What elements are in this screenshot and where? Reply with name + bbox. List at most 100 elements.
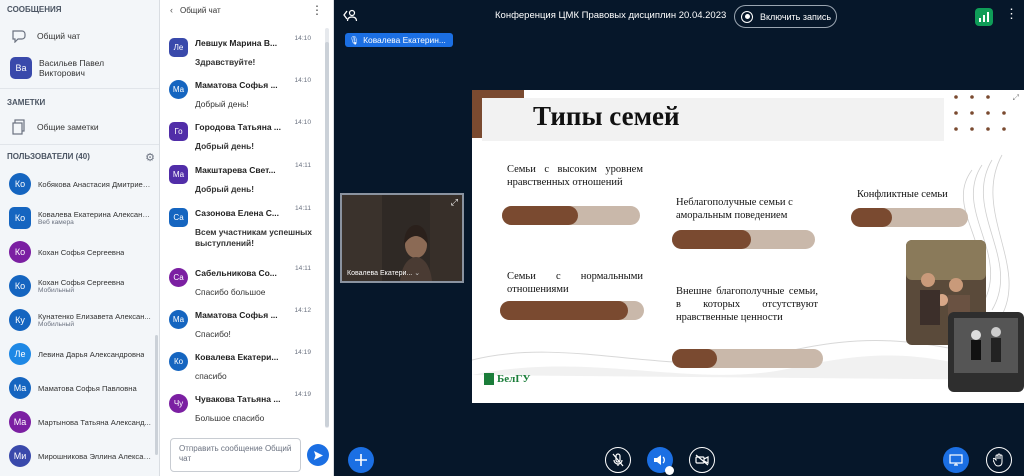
avatar: Ма: [9, 377, 31, 399]
avatar: Ко: [169, 352, 188, 371]
meeting-title: Конференция ЦМК Правовых дисциплин 20.04…: [495, 10, 727, 21]
webcam-video[interactable]: ⤢ Ковалева Екатери... ⌄: [340, 193, 464, 283]
more-vertical-icon[interactable]: ⋮: [311, 3, 323, 17]
user-list-item[interactable]: Ма Маматова Софья Павловна: [0, 371, 159, 405]
avatar: Ко: [9, 275, 31, 297]
user-list-item[interactable]: Ле Левина Дарья Александровна: [0, 337, 159, 371]
public-chat-item[interactable]: Общий чат: [0, 20, 159, 51]
divider: [0, 144, 159, 145]
avatar: Са: [169, 268, 188, 287]
slide-item-text: Семьи с высоким уровнем нравственных отн…: [507, 164, 643, 189]
presenter-name: Ковалева Екатерин...: [363, 35, 446, 45]
message-time: 14:11: [294, 162, 311, 169]
user-device: Веб камера: [38, 219, 74, 226]
message-author: Макштарева Свет...: [195, 165, 276, 175]
fullscreen-icon[interactable]: ⤢: [451, 197, 458, 208]
message-author: Левшук Марина В...: [195, 38, 278, 48]
message-author: Ковалева Екатери...: [195, 352, 279, 362]
message-author: Сазонова Елена С...: [195, 208, 279, 218]
chat-icon: [10, 27, 28, 45]
gear-icon[interactable]: ⚙: [145, 151, 155, 164]
university-logo: БелГУ: [484, 373, 530, 385]
connection-icon[interactable]: [975, 8, 993, 26]
user-name: Кобякова Анастасия Дмитриев...: [38, 179, 152, 189]
message-time: 14:19: [294, 349, 311, 356]
slide-item-text: Внешне благополучные семьи, в которых от…: [676, 286, 818, 324]
message-author: Маматова Софья ...: [195, 80, 278, 90]
message-time: 14:11: [294, 205, 311, 212]
fullscreen-icon[interactable]: ⤢: [1013, 93, 1019, 103]
dot-pattern: [954, 95, 1006, 131]
raise-hand-button[interactable]: [986, 447, 1012, 473]
private-chat-item[interactable]: Ва Васильев Павел Викторович: [0, 51, 159, 85]
message-text: Спасибо большое: [195, 287, 266, 297]
send-button[interactable]: [307, 444, 329, 466]
slide-item-bar-fill: [502, 206, 578, 225]
user-name: Кунатенко Елизавета Алексан...: [38, 312, 151, 321]
message-input[interactable]: Отправить сообщение Общий чат: [170, 438, 301, 472]
private-chat-label: Васильев Павел Викторович: [39, 58, 105, 78]
scrollbar[interactable]: [325, 42, 329, 427]
avatar: Ма: [169, 310, 188, 329]
message-time: 14:10: [294, 77, 311, 84]
record-button[interactable]: Включить запись: [734, 5, 837, 28]
message-time: 14:19: [294, 391, 311, 398]
record-label: Включить запись: [760, 11, 832, 22]
user-name: Левина Дарья Александровна: [38, 349, 145, 359]
user-list-item[interactable]: Ку Кунатенко Елизавета Алексан... Мобильны…: [0, 303, 159, 337]
notes-section-title: ЗАМЕТКИ: [7, 98, 46, 107]
slide-item-text: Неблагополучные семьи с аморальным повед…: [676, 197, 793, 222]
add-button[interactable]: [348, 447, 374, 473]
avatar: Чу: [169, 394, 188, 413]
user-list-item[interactable]: Ко Кохан Софья Сергеевна Мобильный: [0, 269, 159, 303]
logo-text: БелГУ: [497, 373, 531, 385]
message-text: Здравствуйте!: [195, 57, 256, 67]
user-settings-icon[interactable]: [342, 8, 358, 25]
chat-title[interactable]: Общий чат: [180, 6, 221, 15]
user-name: Маматова Софья Павловна: [38, 383, 137, 393]
users-section-title: ПОЛЬЗОВАТЕЛИ (40): [7, 152, 90, 161]
family-photo: [906, 240, 1024, 392]
message-author: Сабельникова Со...: [195, 268, 277, 278]
video-toggle-button[interactable]: [689, 447, 715, 473]
user-list-item[interactable]: Ми Мирошникова Эллина Алексан...: [0, 439, 159, 473]
user-list-item[interactable]: Ко Ковалева Екатерина Александ... Веб каме…: [0, 201, 159, 235]
user-list-item[interactable]: Ма Мартынова Татьяна Александ...: [0, 405, 159, 439]
back-chevron-icon[interactable]: ‹: [170, 5, 173, 15]
audio-icon: [654, 455, 665, 465]
mic-off-icon: [612, 453, 624, 467]
user-device: Мобильный: [38, 321, 75, 328]
message-text: спасибо: [195, 371, 227, 381]
scrollbar[interactable]: [155, 335, 158, 455]
avatar: Ва: [10, 57, 32, 79]
message-text: Всем участникам успешных выступлений!: [195, 227, 312, 249]
chat-message: Са Сазонова Елена С... Всем участникам усп…: [160, 205, 333, 265]
message-time: 14:11: [294, 265, 311, 272]
message-list: Ле Левшук Марина В... Здравствуйте! 14:10 Ма…: [160, 35, 333, 433]
message-author: Чувакова Татьяна ...: [195, 394, 281, 404]
slide-item-bar-fill: [851, 208, 892, 227]
user-list-item[interactable]: Ко Кобякова Анастасия Дмитриев...: [0, 167, 159, 201]
messages-section-title: СООБЩЕНИЯ: [7, 5, 62, 14]
more-vertical-icon[interactable]: ⋮: [1005, 6, 1018, 22]
message-time: 14:10: [294, 35, 311, 42]
user-list-item[interactable]: Ко Кохан Софья Сергеевна: [0, 235, 159, 269]
message-time: 14:12: [294, 307, 311, 314]
audio-options-chevron-icon[interactable]: [665, 466, 674, 475]
mic-toggle-button[interactable]: [605, 447, 631, 473]
avatar: Го: [169, 122, 188, 141]
slide-item-bar: [672, 349, 823, 368]
screen-share-button[interactable]: [943, 447, 969, 473]
slide-item-bar: [851, 208, 968, 227]
screen-share-icon: [949, 454, 963, 466]
slide-item-bar-fill: [672, 230, 751, 249]
shared-notes-item[interactable]: Общие заметки: [0, 111, 159, 142]
slide-item-bar: [672, 230, 815, 249]
main-area: Конференция ЦМК Правовых дисциплин 20.04…: [334, 0, 1024, 476]
shared-notes-label: Общие заметки: [37, 121, 99, 132]
slide-title: Типы семей: [533, 101, 680, 131]
user-list: Ко Кобякова Анастасия Дмитриев... Ко Ковале…: [0, 167, 159, 473]
chat-message: Ма Макштарева Свет... Добрый день! 14:11: [160, 162, 333, 205]
avatar: Ма: [169, 80, 188, 99]
avatar: Ма: [9, 411, 31, 433]
